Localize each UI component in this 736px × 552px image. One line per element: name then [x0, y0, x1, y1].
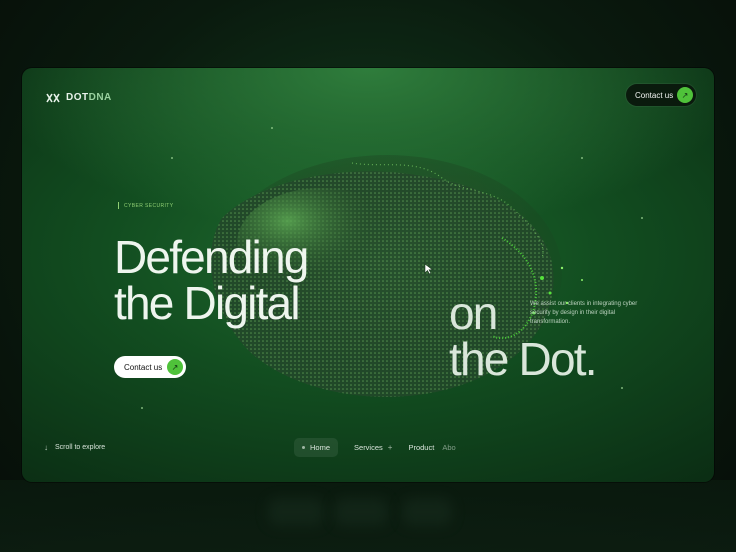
hero-headline: Defending the Digital	[114, 231, 309, 329]
brand-name-dna: DNA	[88, 92, 112, 103]
header-contact-button[interactable]: Contact us ↗	[626, 84, 696, 106]
mouse-cursor-icon	[424, 263, 434, 275]
nav-about-label: Abo	[442, 443, 456, 452]
active-dot-icon	[302, 446, 305, 449]
hero-contact-label: Contact us	[124, 362, 163, 372]
headline-line-2: the Digital	[114, 277, 301, 329]
arrow-down-icon: ↓	[44, 443, 48, 452]
tag-bar	[118, 202, 119, 209]
hero-contact-button[interactable]: Contact us ↗	[114, 356, 186, 378]
plus-icon: +	[387, 443, 393, 452]
arrow-up-right-icon: ↗	[167, 359, 183, 375]
nav-item-services[interactable]: Services +	[354, 443, 392, 452]
bottom-nav: Home Services + Product Abo	[294, 438, 456, 457]
hero-description: We assist our clients in integrating cyb…	[530, 301, 638, 325]
nav-item-home[interactable]: Home	[294, 438, 339, 457]
dna-logo-icon	[46, 93, 60, 102]
backdrop-blur-block	[268, 498, 324, 526]
header-contact-label: Contact us	[635, 90, 674, 100]
nav-item-product[interactable]: Product	[408, 443, 434, 452]
brand-name-dot: DOT	[66, 92, 89, 103]
backdrop-blur-block	[402, 498, 452, 526]
arrow-up-right-icon: ↗	[677, 87, 693, 103]
headline-line-4: the Dot.	[449, 333, 597, 385]
scroll-label: Scroll to explore	[55, 444, 106, 451]
landing-page-frame: DOT DNA Contact us ↗ CYBER SECURITY Defen…	[22, 68, 714, 482]
hero-tag-label: CYBER SECURITY	[124, 202, 174, 209]
nav-home-label: Home	[310, 443, 331, 452]
nav-item-about[interactable]: Abo	[442, 443, 455, 452]
hero-tag: CYBER SECURITY	[118, 202, 174, 209]
brand-logo[interactable]: DOT DNA	[46, 92, 112, 103]
nav-product-label: Product	[408, 443, 435, 452]
backdrop-blur-block	[334, 498, 388, 526]
scroll-to-explore[interactable]: ↓ Scroll to explore	[44, 443, 105, 452]
headline-line-1: Defending	[114, 231, 309, 283]
nav-services-label: Services	[354, 443, 383, 452]
